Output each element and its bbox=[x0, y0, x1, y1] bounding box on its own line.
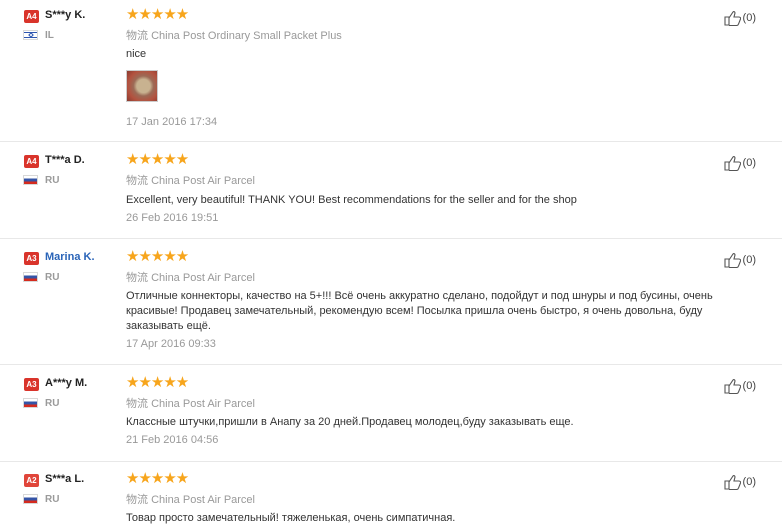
shipping-name: China Post Ordinary Small Packet Plus bbox=[151, 30, 342, 42]
buyer-level-badge: A4 bbox=[24, 10, 39, 23]
review-date: 17 Apr 2016 09:33 bbox=[126, 338, 216, 350]
russia-flag-icon bbox=[23, 175, 38, 185]
thumbs-up-icon bbox=[723, 253, 741, 268]
useful-count: (0) bbox=[742, 157, 756, 169]
reviewer-country: RU bbox=[45, 272, 60, 283]
star-rating: ★★★★★ bbox=[126, 470, 189, 487]
star-rating: ★★★★★ bbox=[126, 6, 189, 23]
shipping-name: China Post Air Parcel bbox=[151, 398, 255, 410]
israel-flag-icon bbox=[23, 30, 38, 40]
shipping-name: China Post Air Parcel bbox=[151, 494, 255, 506]
review-text: Товар просто замечательный! тяжеленькая,… bbox=[126, 512, 456, 524]
star-rating: ★★★★★ bbox=[126, 248, 189, 265]
reviewer-name: A***y M. bbox=[45, 377, 88, 389]
review-text: Excellent, very beautiful! THANK YOU! Be… bbox=[126, 194, 577, 206]
useful-button[interactable]: (0) bbox=[723, 474, 756, 490]
star-icons: ★★★★★ bbox=[126, 374, 189, 391]
logistics-label: 物流 bbox=[126, 271, 148, 284]
useful-count: (0) bbox=[742, 12, 756, 24]
shipping-method: 物流 China Post Ordinary Small Packet Plus bbox=[126, 27, 342, 43]
shipping-method: 物流 China Post Air Parcel bbox=[126, 491, 255, 507]
reviewer-name: S***a L. bbox=[45, 473, 85, 485]
shipping-name: China Post Air Parcel bbox=[151, 272, 255, 284]
useful-button[interactable]: (0) bbox=[723, 378, 756, 394]
russia-flag-icon bbox=[23, 398, 38, 408]
useful-count: (0) bbox=[742, 380, 756, 392]
buyer-level-badge: A2 bbox=[24, 474, 39, 487]
review-date: 17 Jan 2016 17:34 bbox=[126, 116, 218, 128]
reviewer-country: RU bbox=[45, 494, 60, 505]
useful-button[interactable]: (0) bbox=[723, 10, 756, 26]
star-icons: ★★★★★ bbox=[126, 470, 189, 487]
review-item: A4 T***a D. RU ★★★★★ 物流 China Post Air P… bbox=[0, 152, 782, 239]
shipping-name: China Post Air Parcel bbox=[151, 175, 255, 187]
reviewer-name-link[interactable]: Marina K. bbox=[45, 251, 95, 263]
reviewer-name: S***y K. bbox=[45, 9, 86, 21]
review-item: A2 S***a L. RU ★★★★★ 物流 China Post Air P… bbox=[0, 471, 782, 528]
star-icons: ★★★★★ bbox=[126, 248, 189, 265]
shipping-method: 物流 China Post Air Parcel bbox=[126, 172, 255, 188]
buyer-level-badge: A4 bbox=[24, 155, 39, 168]
review-date: 26 Feb 2016 19:51 bbox=[126, 212, 219, 224]
useful-button[interactable]: (0) bbox=[723, 252, 756, 268]
review-text: Отличные коннекторы, качество на 5+!!! В… bbox=[126, 290, 713, 332]
buyer-level-badge: A3 bbox=[24, 252, 39, 265]
logistics-label: 物流 bbox=[126, 29, 148, 42]
review-photo-thumbnail[interactable] bbox=[126, 70, 158, 102]
reviewer-country: IL bbox=[45, 30, 54, 41]
thumbs-up-icon bbox=[723, 156, 741, 171]
useful-button[interactable]: (0) bbox=[723, 155, 756, 171]
review-item: A4 S***y K. IL ★★★★★ 物流 China Post Ordin… bbox=[0, 7, 782, 142]
reviewer-country: RU bbox=[45, 175, 60, 186]
shipping-method: 物流 China Post Air Parcel bbox=[126, 395, 255, 411]
buyer-level-badge: A3 bbox=[24, 378, 39, 391]
logistics-label: 物流 bbox=[126, 493, 148, 506]
review-date: 21 Feb 2016 04:56 bbox=[126, 434, 219, 446]
review-text: Классные штучки,пришли в Анапу за 20 дне… bbox=[126, 416, 574, 428]
reviewer-country: RU bbox=[45, 398, 60, 409]
star-icons: ★★★★★ bbox=[126, 151, 189, 168]
thumbs-up-icon bbox=[723, 11, 741, 26]
russia-flag-icon bbox=[23, 272, 38, 282]
star-icons: ★★★★★ bbox=[126, 6, 189, 23]
reviewer-name: T***a D. bbox=[45, 154, 85, 166]
thumbs-up-icon bbox=[723, 379, 741, 394]
logistics-label: 物流 bbox=[126, 397, 148, 410]
star-rating: ★★★★★ bbox=[126, 374, 189, 391]
star-rating: ★★★★★ bbox=[126, 151, 189, 168]
useful-count: (0) bbox=[742, 476, 756, 488]
logistics-label: 物流 bbox=[126, 174, 148, 187]
review-text: nice bbox=[126, 48, 147, 60]
review-item: A3 Marina K. RU ★★★★★ 物流 China Post Air … bbox=[0, 249, 782, 365]
useful-count: (0) bbox=[742, 254, 756, 266]
shipping-method: 物流 China Post Air Parcel bbox=[126, 269, 255, 285]
thumbs-up-icon bbox=[723, 475, 741, 490]
russia-flag-icon bbox=[23, 494, 38, 504]
review-item: A3 A***y M. RU ★★★★★ 物流 China Post Air P… bbox=[0, 375, 782, 462]
